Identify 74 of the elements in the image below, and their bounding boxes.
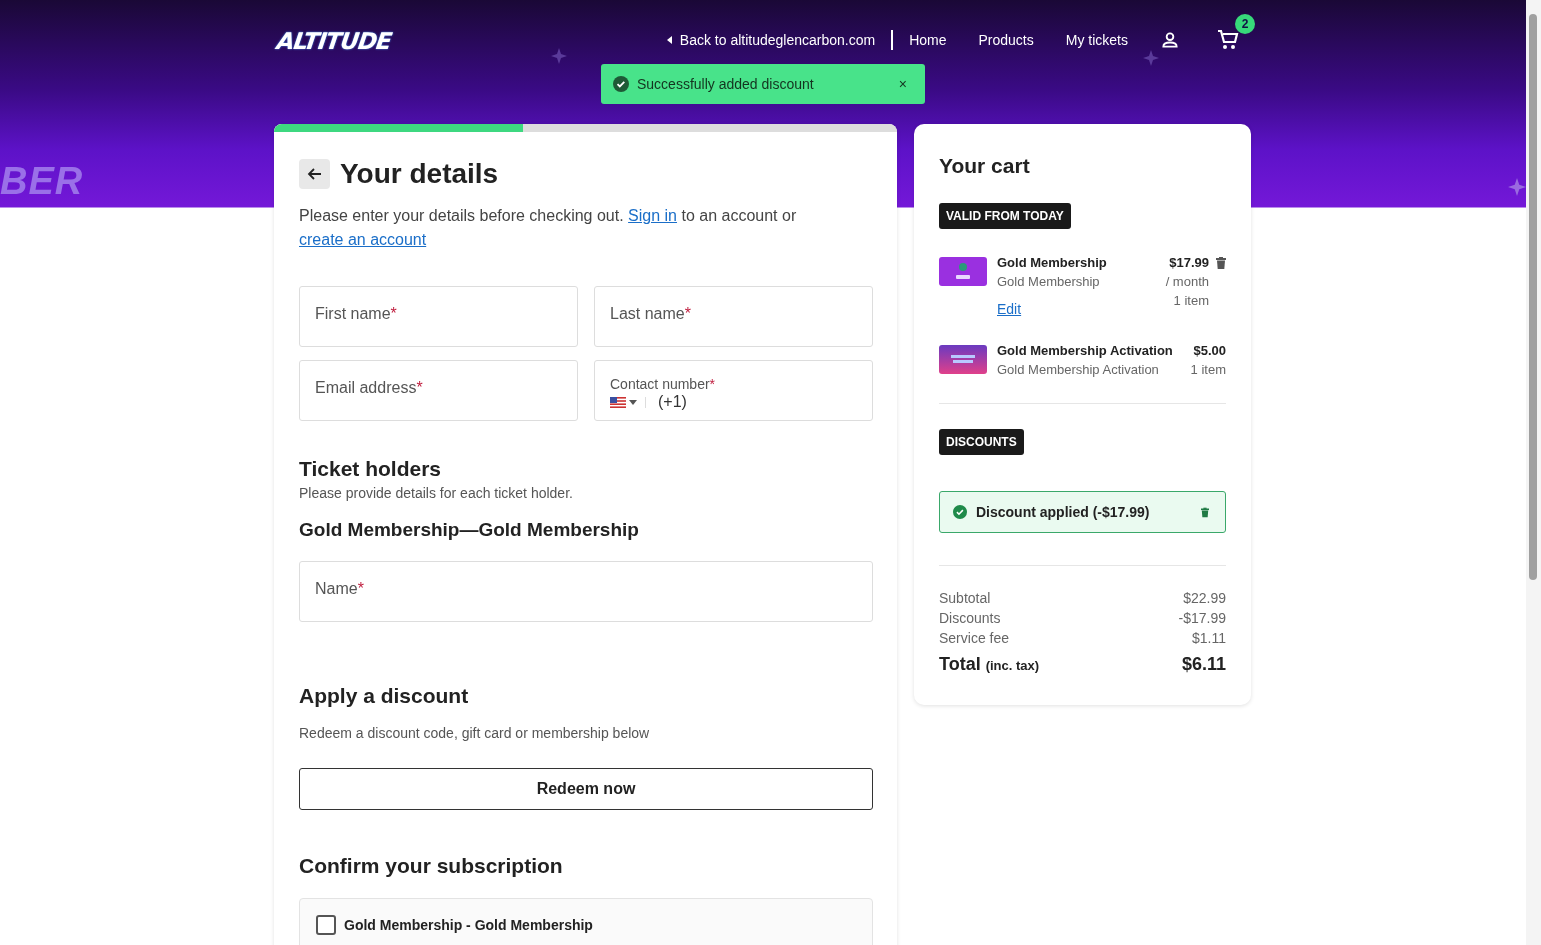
product-subtitle: Gold Membership Activation [997, 362, 1160, 377]
check-circle-icon [953, 505, 967, 519]
delete-button[interactable] [1201, 506, 1209, 518]
star-icon [1143, 50, 1159, 66]
input-field[interactable]: Name* [299, 561, 873, 622]
quantity: 1 item [1173, 293, 1209, 308]
quantity: 1 item [1190, 362, 1226, 377]
section-subtitle: Redeem a discount code, gift card or membership below [299, 725, 651, 741]
input-field[interactable]: Last name* [594, 286, 873, 347]
redeem-button[interactable]: Redeem now [299, 768, 873, 810]
intro-text: Please enter your details before checking out. Sign in to an account or create an account [299, 206, 798, 250]
total-value: -$17.99 [1178, 610, 1226, 626]
cart-icon [1216, 28, 1240, 52]
total-label: Subtotal [939, 590, 991, 606]
total-label: Service fee [939, 630, 1010, 646]
checkbox[interactable] [316, 915, 336, 935]
cart-title: Your cart [939, 154, 1031, 178]
input-field[interactable]: First name* [299, 286, 578, 347]
product-thumbnail [939, 257, 987, 286]
account-button[interactable] [1160, 30, 1180, 50]
total-label: Discounts [939, 610, 1001, 626]
price: $17.99 [1169, 255, 1209, 270]
link[interactable]: create an account [299, 231, 427, 248]
phone-value: (+1) [658, 393, 687, 411]
back-link[interactable]: Back to altitudeglencarbon.com [666, 32, 876, 48]
person-icon [1160, 30, 1180, 50]
item-title: Gold Membership—Gold Membership [299, 519, 640, 541]
section-title: Ticket holders [299, 457, 442, 481]
nav-link[interactable]: My tickets [1065, 32, 1128, 48]
caret-left-icon [666, 36, 673, 44]
total-value: $22.99 [1183, 590, 1226, 606]
section-subtitle: Please provide details for each ticket holder. [299, 485, 574, 501]
logo[interactable]: ALTITUDE [275, 28, 393, 54]
discount-text: Discount applied (-$17.99) [976, 504, 1151, 520]
product-subtitle: Gold Membership [997, 274, 1101, 289]
close-button[interactable]: × [896, 76, 909, 92]
price-period: / month [1165, 274, 1209, 289]
trash-icon [1201, 506, 1209, 518]
section-title: Confirm your subscription [299, 854, 564, 878]
banner-text: BER [0, 162, 84, 200]
product-name: Gold Membership Activation [997, 343, 1174, 358]
link[interactable]: Sign in [628, 207, 677, 224]
star-icon [551, 48, 567, 64]
scrollbar[interactable] [1526, 0, 1541, 945]
product-name: Gold Membership [997, 255, 1108, 270]
cart-count-badge: 2 [1235, 14, 1255, 34]
product-thumbnail [939, 345, 987, 374]
star-icon [1508, 178, 1526, 196]
input-field[interactable]: Email address* [299, 360, 578, 421]
caret-down-icon [629, 399, 637, 405]
back-button[interactable] [299, 159, 330, 189]
price: $5.00 [1193, 343, 1226, 358]
checkbox-label: Gold Membership - Gold Membership [344, 917, 593, 933]
cart-button[interactable]: 2 [1216, 14, 1255, 52]
grand-total-label: Total (inc. tax) [939, 654, 1040, 675]
arrow-left-icon [306, 166, 323, 182]
delete-button[interactable] [1216, 256, 1226, 269]
edit-link[interactable]: Edit [997, 301, 1022, 317]
section-title: Apply a discount [299, 684, 470, 708]
field-label: Contact number* [610, 376, 717, 392]
section-tag: DISCOUNTS [939, 429, 1024, 455]
total-value: $1.11 [1192, 630, 1226, 646]
trash-icon [1216, 256, 1226, 269]
flag-icon [610, 396, 626, 408]
toast-message: Successfully added discount [637, 76, 815, 92]
country-select[interactable] [610, 396, 646, 408]
page-title: Your details [340, 158, 499, 190]
nav-link[interactable]: Home [909, 32, 947, 48]
section-tag: VALID FROM TODAY [939, 203, 1071, 229]
grand-total-value: $6.11 [1181, 654, 1226, 675]
scrollbar-thumb[interactable] [1529, 14, 1537, 580]
check-circle-icon [613, 76, 629, 92]
nav-link[interactable]: Products [978, 32, 1034, 48]
input-field[interactable]: Contact number* (+1) [594, 360, 873, 421]
